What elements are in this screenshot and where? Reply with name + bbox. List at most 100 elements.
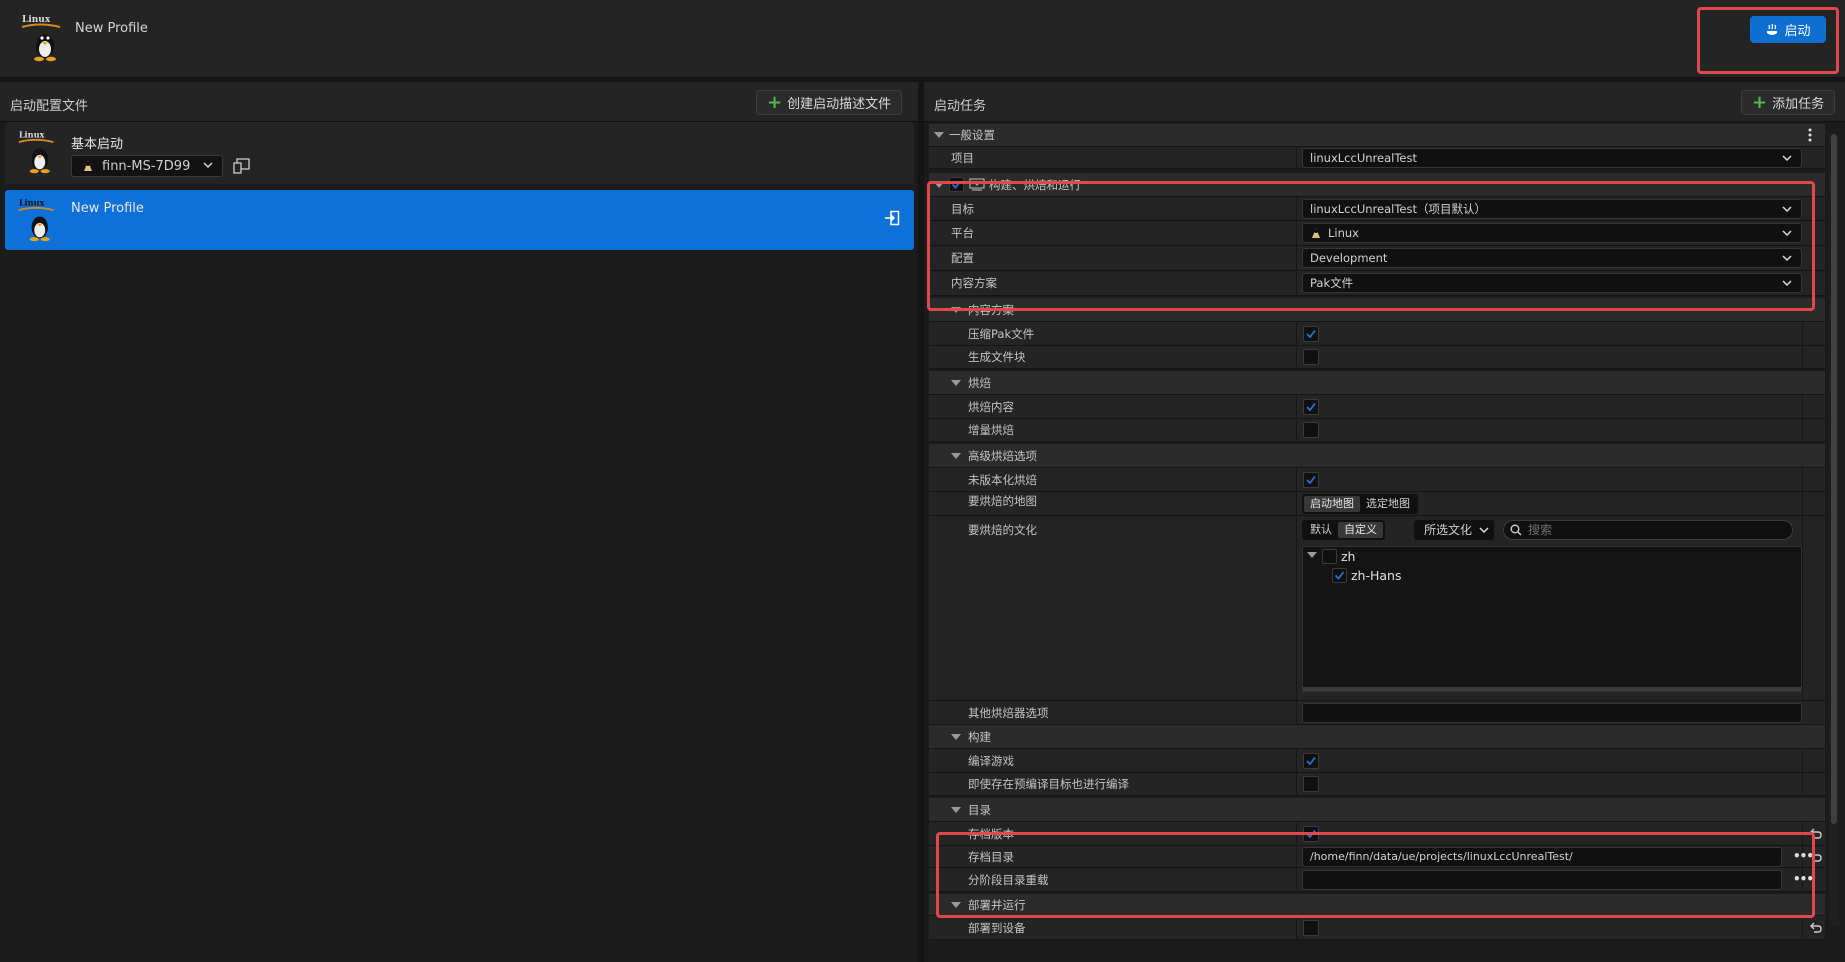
- culture-tree: zh zh-Hans: [1302, 546, 1802, 692]
- row-project: 项目 linuxLccUnrealTest: [929, 147, 1825, 169]
- category-advanced-cook[interactable]: 高级烘焙选项: [929, 444, 1825, 468]
- chevron-down-icon: [1782, 154, 1792, 161]
- bcr-enabled-checkbox[interactable]: [949, 177, 964, 192]
- platform-dropdown[interactable]: Linux: [1302, 223, 1802, 243]
- collapse-arrow-icon[interactable]: [934, 132, 944, 138]
- svg-text:Linux: Linux: [19, 130, 45, 140]
- device-dropdown[interactable]: finn-MS-7D99: [71, 155, 223, 177]
- category-general[interactable]: 一般设置: [929, 124, 1825, 147]
- browse-ellipsis-icon[interactable]: •••: [1793, 872, 1814, 886]
- row-maps-to-cook: 要烘焙的地图 启动地图 选定地图: [929, 492, 1825, 516]
- other-cooker-input[interactable]: [1302, 702, 1802, 723]
- culture-filter-dropdown[interactable]: 所选文化: [1414, 520, 1495, 540]
- culture-zh-checkbox[interactable]: [1322, 549, 1337, 564]
- category-deploy-run[interactable]: 部署并运行: [929, 894, 1825, 916]
- row-target: 目标 linuxLccUnrealTest（项目默认）: [929, 197, 1825, 221]
- scrollbar-thumb[interactable]: [1831, 134, 1837, 824]
- collapse-arrow-icon[interactable]: [951, 452, 961, 459]
- unversioned-cook-label: 未版本化烘焙: [968, 472, 1037, 487]
- category-content-scheme[interactable]: 内容方案: [929, 298, 1825, 322]
- cook-content-checkbox[interactable]: [1303, 398, 1319, 415]
- checkmark-icon: [1306, 829, 1316, 838]
- build-icon: [969, 178, 985, 191]
- collapse-arrow-icon[interactable]: [951, 806, 961, 813]
- device-browser-icon[interactable]: [233, 157, 251, 175]
- launch-tasks-panel: 启动任务 + 添加任务 一般设置 项目 linuxLccUnrealTest 构…: [924, 82, 1845, 962]
- config-label: 配置: [951, 251, 974, 265]
- launch-profiles-title: 启动配置文件: [10, 99, 89, 114]
- chevron-down-icon: [1479, 527, 1489, 534]
- collapse-arrow-icon[interactable]: [934, 181, 944, 188]
- checkmark-icon: [1306, 756, 1316, 765]
- launch-button[interactable]: 启动: [1750, 16, 1826, 43]
- compress-pak-checkbox[interactable]: [1303, 325, 1319, 342]
- collapse-arrow-icon[interactable]: [1307, 552, 1317, 558]
- add-task-button[interactable]: + 添加任务: [1741, 90, 1836, 115]
- profile-card-basic[interactable]: Linux 基本启动 finn-MS-7D99: [5, 122, 914, 184]
- category-build-cook-run[interactable]: 构建、烘焙和运行: [929, 173, 1825, 197]
- row-archive-build: 存档版本: [929, 822, 1825, 846]
- platform-value: Linux: [1328, 226, 1359, 240]
- chevron-down-icon: [1782, 230, 1792, 237]
- collapse-arrow-icon[interactable]: [951, 733, 961, 740]
- details-scrollbar[interactable]: [1829, 134, 1839, 926]
- generate-chunks-checkbox[interactable]: [1303, 349, 1319, 365]
- reset-to-default-icon[interactable]: [1809, 850, 1823, 864]
- project-dropdown[interactable]: linuxLccUnrealTest: [1302, 147, 1802, 168]
- unversioned-cook-checkbox[interactable]: [1303, 471, 1319, 488]
- profile-title: New Profile: [75, 21, 148, 36]
- culture-mode-custom[interactable]: 自定义: [1338, 522, 1383, 538]
- incremental-cook-checkbox[interactable]: [1303, 422, 1319, 438]
- category-cook[interactable]: 烘焙: [929, 371, 1825, 395]
- staging-directory-label: 分阶段目录重载: [968, 872, 1049, 887]
- row-incremental-cook: 增量烘焙: [929, 419, 1825, 442]
- category-directories[interactable]: 目录: [929, 798, 1825, 822]
- maps-option-selected[interactable]: 选定地图: [1360, 496, 1416, 512]
- archive-build-checkbox[interactable]: [1303, 825, 1319, 842]
- svg-text:Linux: Linux: [19, 198, 45, 208]
- category-build[interactable]: 构建: [929, 725, 1825, 749]
- chevron-down-icon: [203, 162, 213, 169]
- archive-build-label: 存档版本: [968, 826, 1014, 841]
- culture-tree-scrollbar[interactable]: [1303, 687, 1801, 691]
- staging-directory-input[interactable]: [1302, 869, 1782, 890]
- force-compile-checkbox[interactable]: [1303, 776, 1319, 792]
- config-dropdown[interactable]: Development: [1302, 248, 1802, 268]
- profile-card-new[interactable]: Linux New Profile: [5, 190, 914, 250]
- category-label: 烘焙: [968, 375, 991, 390]
- row-generate-chunks: 生成文件块: [929, 346, 1825, 369]
- target-value: linuxLccUnrealTest（项目默认）: [1310, 201, 1486, 216]
- culture-zh-hans-checkbox[interactable]: [1332, 568, 1347, 583]
- reset-to-default-icon[interactable]: [1809, 921, 1823, 935]
- generate-chunks-label: 生成文件块: [968, 350, 1026, 364]
- culture-search-input[interactable]: 搜索: [1503, 520, 1793, 540]
- content-scheme-value: Pak文件: [1310, 276, 1354, 290]
- launch-tasks-header: 启动任务 + 添加任务: [924, 82, 1845, 122]
- incremental-cook-label: 增量烘焙: [968, 423, 1014, 437]
- content-scheme-dropdown[interactable]: Pak文件: [1302, 273, 1802, 293]
- other-cooker-label: 其他烘焙器选项: [968, 705, 1049, 720]
- more-options-icon[interactable]: [1808, 128, 1812, 142]
- culture-mode-default[interactable]: 默认: [1304, 522, 1338, 538]
- launch-profiles-panel: 启动配置文件 + 创建启动描述文件 Linux 基本启动 finn-MS-7D9…: [0, 82, 918, 962]
- chevron-down-icon: [1782, 280, 1792, 287]
- compile-game-checkbox[interactable]: [1303, 752, 1319, 769]
- category-label: 构建、烘焙和运行: [989, 177, 1081, 192]
- target-dropdown[interactable]: linuxLccUnrealTest（项目默认）: [1302, 198, 1802, 219]
- chevron-down-icon: [1782, 255, 1792, 262]
- force-compile-label: 即使存在预编译目标也进行编译: [968, 777, 1129, 791]
- create-profile-button[interactable]: + 创建启动描述文件: [756, 90, 903, 115]
- target-label: 目标: [951, 201, 974, 216]
- collapse-arrow-icon[interactable]: [951, 306, 961, 313]
- row-content-scheme: 内容方案 Pak文件: [929, 271, 1825, 296]
- collapse-arrow-icon[interactable]: [951, 379, 961, 386]
- collapse-arrow-icon[interactable]: [951, 901, 961, 908]
- open-profile-icon[interactable]: [884, 210, 900, 226]
- archive-directory-label: 存档目录: [968, 849, 1014, 864]
- maps-option-startup[interactable]: 启动地图: [1304, 495, 1360, 512]
- reset-to-default-icon[interactable]: [1809, 827, 1823, 841]
- linux-tux-logo: Linux: [18, 130, 54, 174]
- archive-directory-input[interactable]: /home/finn/data/ue/projects/linuxLccUnre…: [1302, 846, 1782, 867]
- compress-pak-label: 压缩Pak文件: [968, 326, 1035, 341]
- deploy-to-device-checkbox[interactable]: [1303, 919, 1319, 936]
